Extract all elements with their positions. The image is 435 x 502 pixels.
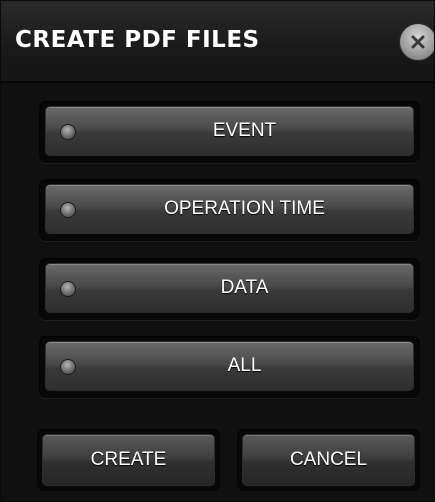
create-button-well: CREATE <box>37 429 220 491</box>
indicator-led-icon <box>60 202 76 218</box>
indicator-led-icon <box>60 124 76 140</box>
close-button[interactable] <box>399 23 434 61</box>
option-well-operation-time: OPERATION TIME <box>39 179 420 241</box>
option-button-data[interactable]: DATA <box>45 263 414 313</box>
indicator-led-icon <box>60 359 76 375</box>
option-button-operation-time[interactable]: OPERATION TIME <box>45 184 414 234</box>
option-label-operation-time: OPERATION TIME <box>164 198 325 219</box>
create-pdf-dialog: CREATE PDF FILES EVENT OPERATION TIME DA… <box>0 0 435 502</box>
dialog-titlebar: CREATE PDF FILES <box>1 1 434 83</box>
option-button-all[interactable]: ALL <box>45 341 414 391</box>
option-label-data: DATA <box>220 277 269 298</box>
create-button[interactable]: CREATE <box>42 434 215 486</box>
dialog-title: CREATE PDF FILES <box>15 27 260 53</box>
indicator-led-icon <box>60 281 76 297</box>
close-x-icon <box>411 35 425 49</box>
option-well-data: DATA <box>39 258 420 320</box>
option-button-event[interactable]: EVENT <box>45 106 414 156</box>
option-label-event: EVENT <box>212 120 277 141</box>
option-well-all: ALL <box>39 336 420 398</box>
cancel-button-well: CANCEL <box>237 429 420 491</box>
cancel-button[interactable]: CANCEL <box>242 434 415 486</box>
option-well-event: EVENT <box>39 101 420 163</box>
option-label-all: ALL <box>227 355 262 376</box>
